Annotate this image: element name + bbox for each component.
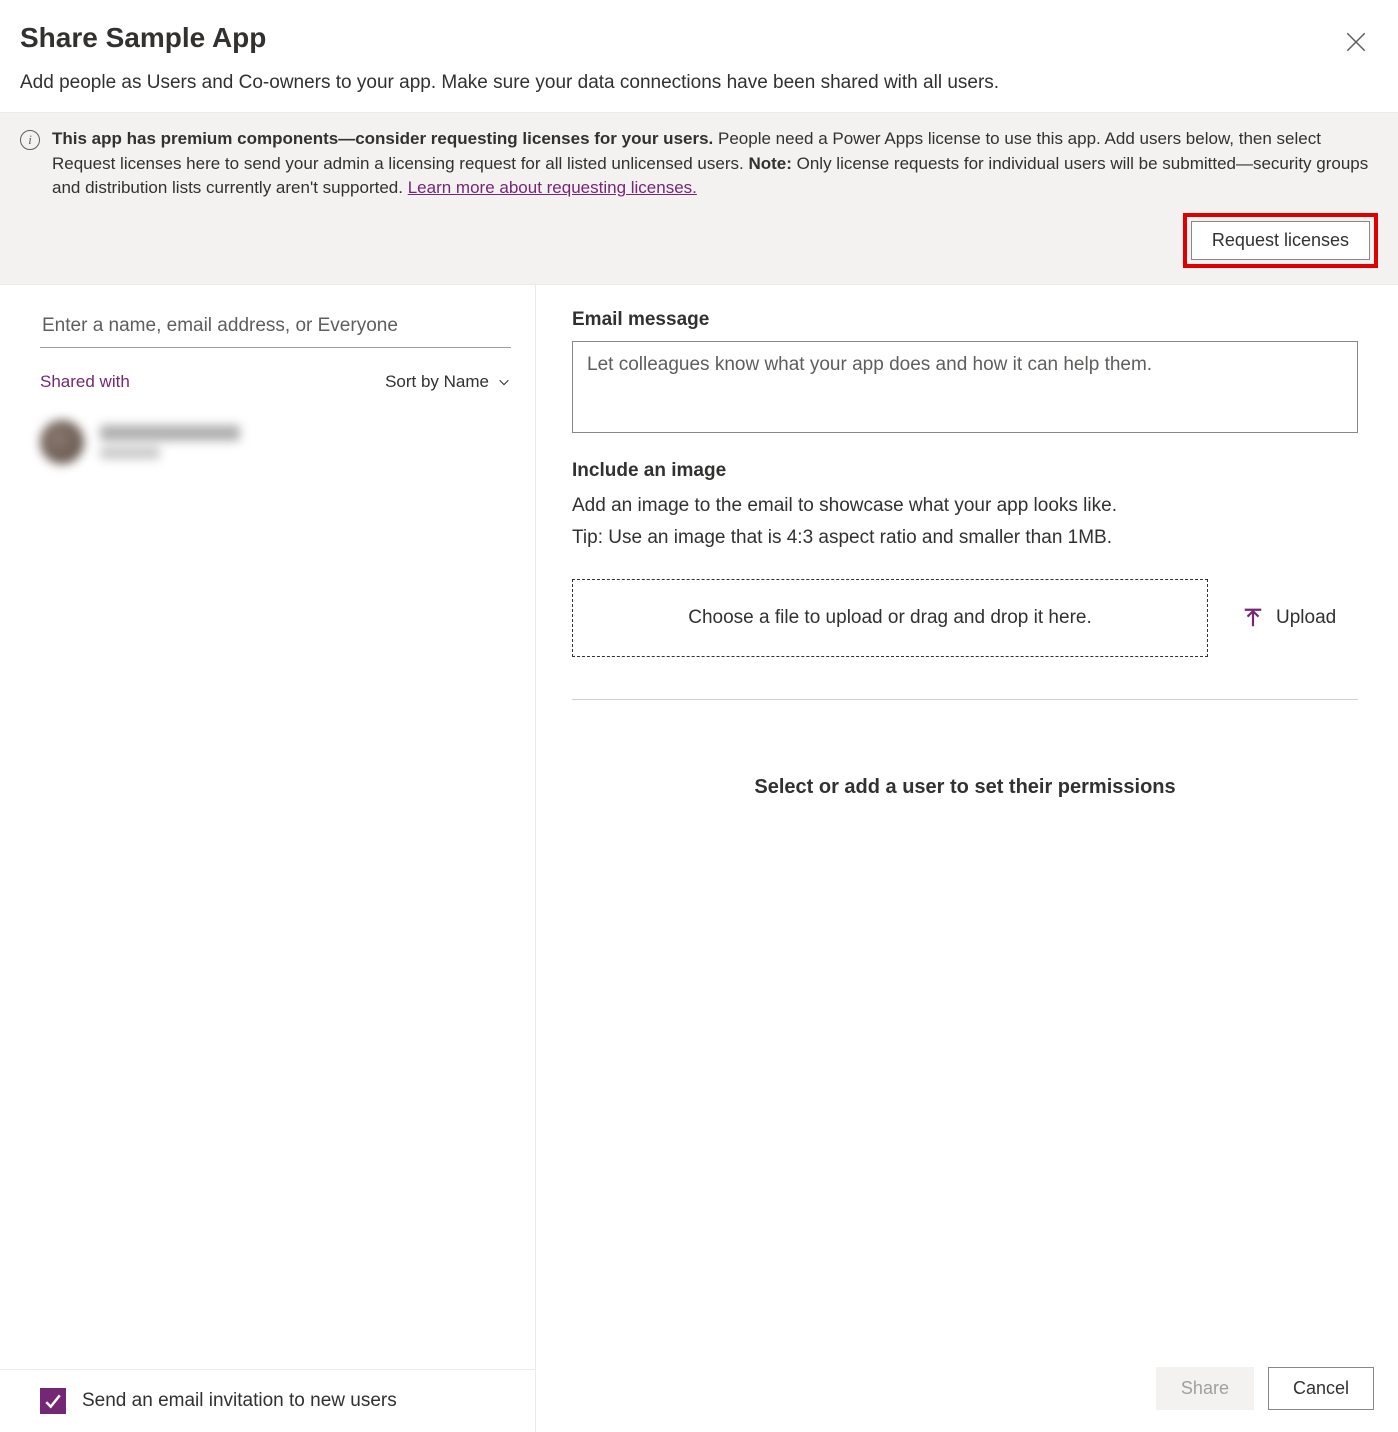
cancel-button[interactable]: Cancel [1268,1367,1374,1410]
close-button[interactable] [1342,28,1370,56]
dropzone-text: Choose a file to upload or drag and drop… [688,607,1092,629]
request-licenses-highlight: Request licenses [1183,213,1378,268]
sort-by-dropdown[interactable]: Sort by Name [385,372,511,392]
include-image-desc-1: Add an image to the email to showcase wh… [572,492,1358,521]
user-role-redacted [100,447,160,459]
include-image-desc-2: Tip: Use an image that is 4:3 aspect rat… [572,524,1358,553]
banner-note-label: Note: [748,154,791,173]
dialog-title: Share Sample App [20,22,1378,54]
check-icon [44,1392,62,1410]
learn-more-link[interactable]: Learn more about requesting licenses. [408,178,697,197]
chevron-down-icon [497,375,511,389]
section-divider [572,699,1358,700]
banner-text: This app has premium components—consider… [52,127,1378,201]
upload-icon [1242,607,1264,629]
upload-label: Upload [1276,607,1336,629]
close-icon [1346,32,1366,52]
include-image-label: Include an image [572,460,1358,482]
info-icon: i [20,130,40,150]
user-list-item[interactable] [40,420,511,464]
send-email-checkbox-label: Send an email invitation to new users [82,1390,397,1412]
upload-button[interactable]: Upload [1242,607,1336,629]
shared-with-label: Shared with [40,372,130,392]
email-message-input[interactable] [572,341,1358,433]
premium-banner: i This app has premium components—consid… [0,112,1398,285]
user-name-redacted [100,425,240,441]
email-message-label: Email message [572,309,1358,331]
email-invite-footer: Send an email invitation to new users [0,1369,535,1432]
send-email-checkbox[interactable] [40,1388,66,1414]
left-panel: Shared with Sort by Name [0,285,536,1432]
share-button: Share [1156,1367,1254,1410]
avatar [40,420,84,464]
permissions-prompt: Select or add a user to set their permis… [572,776,1358,799]
people-search-input[interactable] [40,305,511,348]
right-panel: Email message Include an image Add an im… [536,285,1398,1432]
dialog-subtitle: Add people as Users and Co-owners to you… [0,66,1398,112]
banner-bold-lead: This app has premium components—consider… [52,129,713,148]
request-licenses-button[interactable]: Request licenses [1191,221,1370,260]
sort-by-label: Sort by Name [385,372,489,392]
left-scroll[interactable]: Shared with Sort by Name [0,285,535,1369]
file-dropzone[interactable]: Choose a file to upload or drag and drop… [572,579,1208,657]
